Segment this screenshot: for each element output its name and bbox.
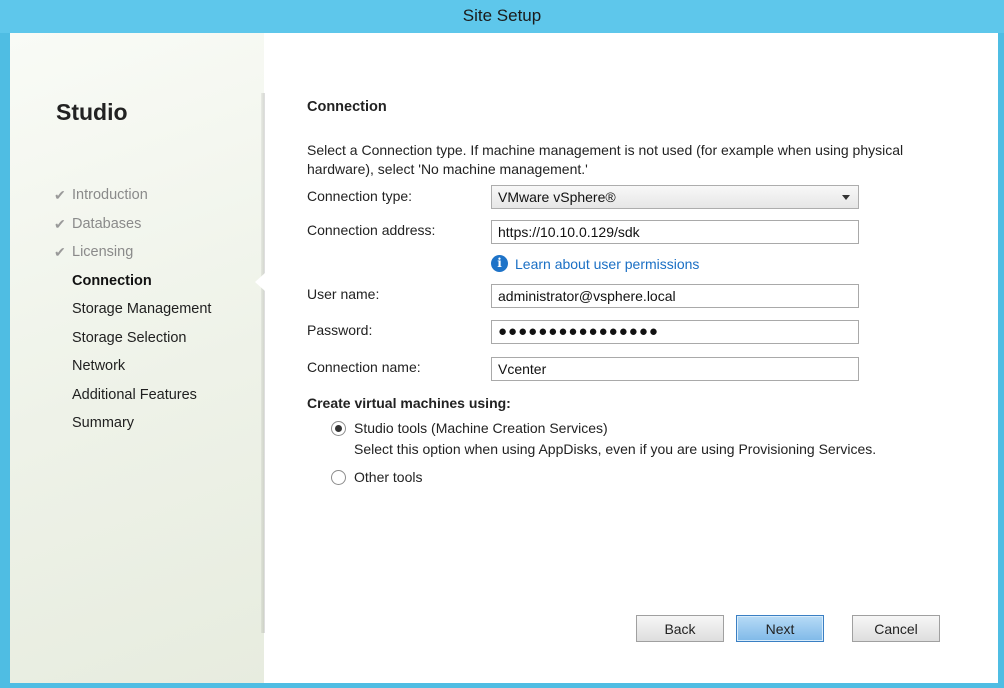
- step-storage-selection: Storage Selection: [54, 328, 211, 357]
- checkmark-icon: ✔: [54, 215, 66, 232]
- window-title: Site Setup: [462, 6, 542, 25]
- connection-address-label: Connection address:: [307, 222, 436, 238]
- info-icon: i: [491, 255, 508, 272]
- studio-tools-hint: Select this option when using AppDisks, …: [354, 441, 877, 457]
- step-additional-features: Additional Features: [54, 385, 211, 414]
- step-introduction: ✔ Introduction: [54, 185, 211, 214]
- checkmark-icon: ✔: [54, 244, 66, 260]
- password-label: Password:: [307, 322, 373, 338]
- step-connection: Connection: [54, 271, 211, 300]
- section-title: Connection: [307, 99, 387, 115]
- connection-type-select[interactable]: VMware vSphere®: [491, 185, 859, 209]
- connection-name-input[interactable]: Vcenter: [491, 357, 859, 381]
- step-label: Introduction: [72, 187, 148, 203]
- back-button[interactable]: Back: [636, 615, 724, 642]
- radio-studio-tools[interactable]: Studio tools (Machine Creation Services): [331, 420, 608, 436]
- next-button[interactable]: Next: [736, 615, 824, 642]
- checkmark-icon: ✔: [54, 187, 66, 203]
- wizard-steps: ✔ Introduction ✔ Databases ✔ Licensing C…: [54, 185, 211, 442]
- user-name-input[interactable]: administrator@vsphere.local: [491, 284, 859, 308]
- learn-permissions-text: Learn about user permissions: [515, 255, 700, 272]
- step-label: Storage Selection: [72, 329, 187, 346]
- window-title-bar[interactable]: Site Setup: [0, 0, 1004, 33]
- radio-studio-tools-label: Studio tools (Machine Creation Services): [354, 420, 608, 436]
- user-name-label: User name:: [307, 286, 380, 302]
- window-frame-bottom: [0, 683, 1004, 688]
- connection-name-label: Connection name:: [307, 359, 421, 375]
- step-label: Connection: [72, 272, 152, 289]
- connection-type-value: VMware vSphere®: [498, 189, 616, 205]
- learn-permissions-link[interactable]: i Learn about user permissions: [491, 255, 699, 272]
- window-frame-left: [0, 33, 10, 683]
- connection-type-label: Connection type:: [307, 188, 413, 204]
- connection-panel: Connection Select a Connection type. If …: [307, 33, 967, 683]
- step-label: Storage Management: [72, 301, 212, 317]
- step-databases: ✔ Databases: [54, 214, 211, 243]
- section-description: Select a Connection type. If machine man…: [307, 142, 904, 177]
- step-label: Summary: [72, 415, 135, 431]
- step-label: Databases: [72, 215, 142, 232]
- wizard-sidebar: Studio ✔ Introduction ✔ Databases ✔ Lice…: [10, 33, 264, 683]
- chevron-down-icon: [842, 195, 850, 200]
- site-setup-window: Studio ✔ Introduction ✔ Databases ✔ Lice…: [10, 33, 998, 683]
- app-title: Studio: [56, 99, 128, 125]
- step-network: Network: [54, 356, 211, 385]
- step-storage-management: Storage Management: [54, 299, 211, 328]
- connection-address-input[interactable]: https://10.10.0.129/sdk: [491, 220, 859, 244]
- step-label: Network: [72, 358, 126, 374]
- radio-button[interactable]: [331, 469, 346, 485]
- current-step-pointer: [255, 273, 265, 291]
- window-frame-right: [998, 33, 1004, 683]
- step-licensing: ✔ Licensing: [54, 242, 211, 271]
- radio-other-tools[interactable]: Other tools: [331, 469, 422, 485]
- cancel-button[interactable]: Cancel: [852, 615, 940, 642]
- password-input[interactable]: ●●●●●●●●●●●●●●●●: [491, 320, 859, 344]
- radio-other-tools-label: Other tools: [354, 469, 423, 485]
- step-label: Licensing: [72, 244, 134, 260]
- step-label: Additional Features: [72, 386, 197, 403]
- sidebar-divider: [261, 93, 265, 633]
- create-vms-label: Create virtual machines using:: [307, 395, 511, 411]
- step-summary: Summary: [54, 413, 211, 442]
- radio-button-selected[interactable]: [331, 420, 346, 436]
